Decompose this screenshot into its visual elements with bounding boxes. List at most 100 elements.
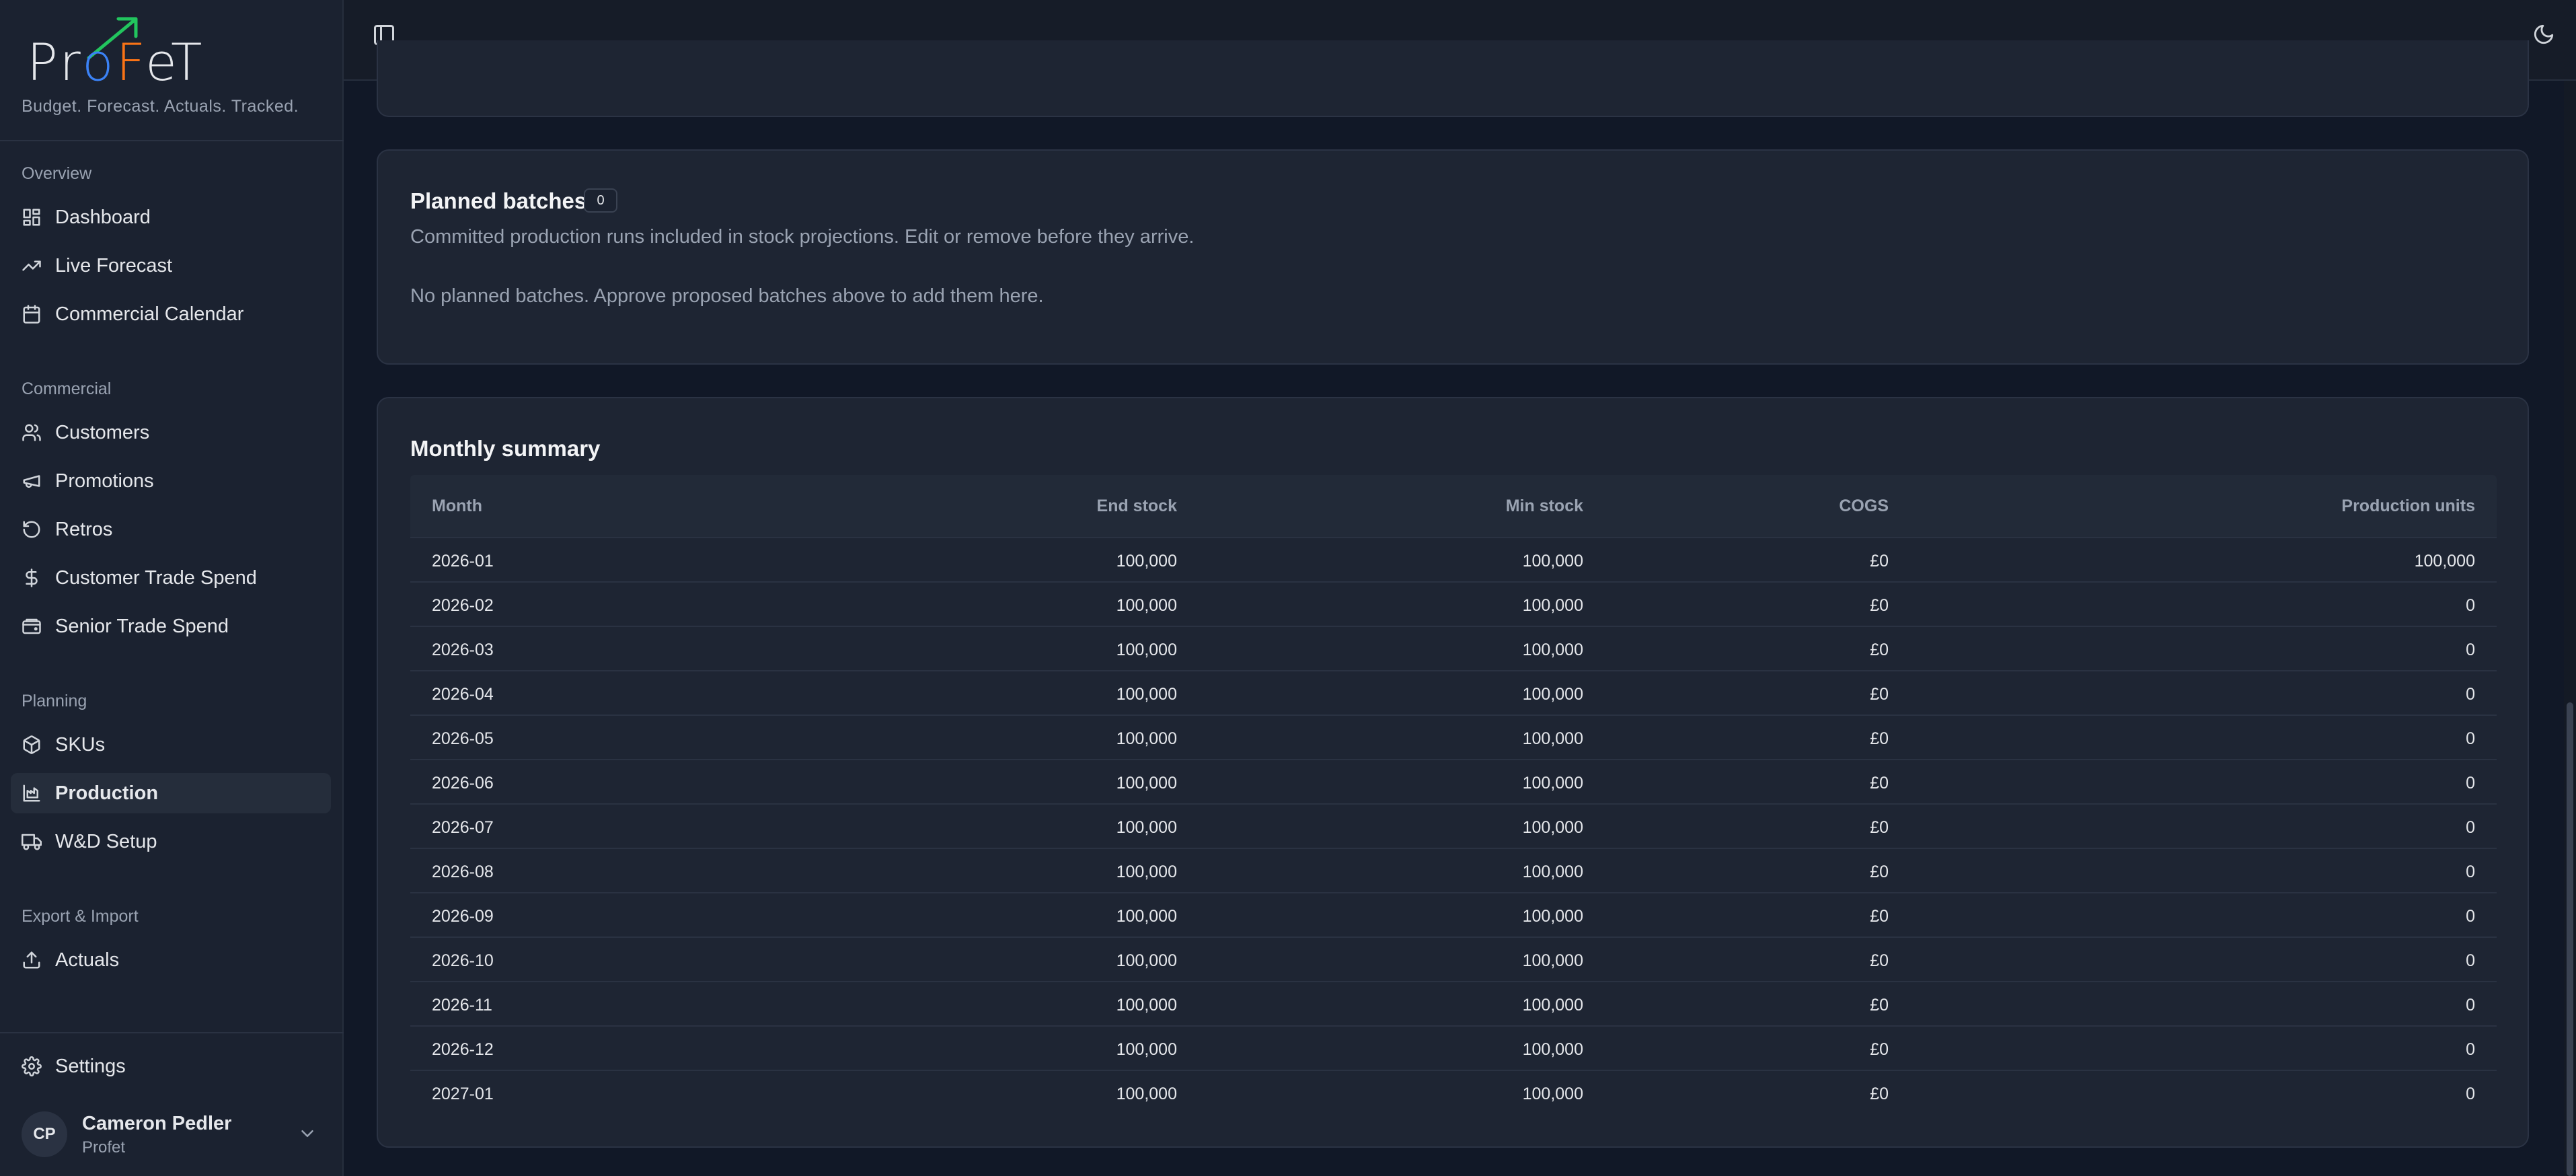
cell-cogs: £0 [1870, 951, 1889, 970]
user-menu[interactable]: CP Cameron Pedler Profet [22, 1109, 324, 1163]
column-header-cogs[interactable]: COGS [1839, 497, 1889, 516]
megaphone-icon [23, 475, 40, 488]
sidebar-item-label: SKUs [55, 733, 106, 756]
cell-production-units: 0 [2466, 862, 2475, 881]
user-name: Cameron Pedler [82, 1113, 232, 1134]
profet-logo[interactable]: ProFeT [27, 13, 229, 92]
sidebar-item-label: Production [55, 782, 159, 804]
sidebar-item-retros[interactable]: Retros [11, 509, 331, 550]
calendar-icon [23, 305, 40, 324]
card-title: Planned batches [410, 188, 587, 213]
cell-month: 2027-01 [432, 1085, 494, 1103]
cell-production-units: 0 [2466, 1040, 2475, 1059]
cell-min-stock: 100,000 [1522, 996, 1583, 1015]
cell-end-stock: 100,000 [1116, 552, 1177, 571]
cell-end-stock: 100,000 [1116, 1040, 1177, 1059]
cell-min-stock: 100,000 [1522, 596, 1583, 615]
cell-end-stock: 100,000 [1116, 596, 1177, 615]
sidebar-item-wd-setup[interactable]: W&D Setup [11, 821, 331, 862]
cell-min-stock: 100,000 [1522, 818, 1583, 837]
scrollbar-thumb[interactable] [2567, 702, 2573, 1176]
logo-text: ProFeT [27, 32, 205, 92]
cell-cogs: £0 [1870, 596, 1889, 615]
count-badge: 0 [584, 188, 617, 213]
cell-month: 2026-01 [432, 552, 494, 571]
cell-production-units: 0 [2466, 640, 2475, 659]
cell-cogs: £0 [1870, 552, 1889, 571]
moon-icon[interactable] [2532, 23, 2555, 46]
cell-production-units: 0 [2466, 1085, 2475, 1103]
cell-month: 2026-03 [432, 640, 494, 659]
cell-cogs: £0 [1870, 1085, 1889, 1103]
gear-icon [22, 1056, 42, 1076]
cell-month: 2026-10 [432, 951, 494, 970]
upload-icon [23, 951, 40, 969]
sidebar-item-skus[interactable]: SKUs [11, 725, 331, 765]
cell-month: 2026-08 [432, 862, 494, 881]
sidebar-item-settings[interactable]: Settings [11, 1046, 331, 1087]
table-header: Month End stock Min stock COGS Productio… [410, 475, 2497, 538]
cell-month: 2026-06 [432, 774, 494, 793]
cell-end-stock: 100,000 [1116, 862, 1177, 881]
section-label-overview: Overview [22, 164, 92, 183]
sidebar-item-label: Commercial Calendar [55, 303, 244, 325]
cell-min-stock: 100,000 [1522, 685, 1583, 704]
cell-month: 2026-12 [432, 1040, 494, 1059]
table-row: 2026-10 100,000 100,000 £0 0 [410, 938, 2497, 982]
cell-cogs: £0 [1870, 818, 1889, 837]
cell-min-stock: 100,000 [1522, 951, 1583, 970]
column-header-end-stock[interactable]: End stock [1097, 497, 1177, 516]
sidebar-item-label: Promotions [55, 470, 154, 492]
column-header-min-stock[interactable]: Min stock [1506, 497, 1583, 516]
sidebar-item-customers[interactable]: Customers [11, 412, 331, 453]
sidebar-item-label: Retros [55, 518, 113, 540]
cell-end-stock: 100,000 [1116, 818, 1177, 837]
sidebar-item-promotions[interactable]: Promotions [11, 461, 331, 501]
sidebar-item-label: Live Forecast [55, 254, 173, 277]
cell-end-stock: 100,000 [1116, 996, 1177, 1015]
sidebar-item-production[interactable]: Production [11, 773, 331, 813]
cell-production-units: 0 [2466, 907, 2475, 926]
cell-month: 2026-11 [432, 996, 492, 1015]
cell-min-stock: 100,000 [1522, 552, 1583, 571]
divider [0, 140, 344, 141]
table-row: 2026-07 100,000 100,000 £0 0 [410, 805, 2497, 849]
cell-production-units: 0 [2466, 818, 2475, 837]
factory-icon [23, 784, 40, 802]
wallet-icon [22, 618, 41, 634]
sidebar-item-dashboard[interactable]: Dashboard [11, 197, 331, 237]
table-row: 2026-02 100,000 100,000 £0 0 [410, 583, 2497, 627]
cell-cogs: £0 [1870, 729, 1889, 748]
cell-month: 2026-02 [432, 596, 494, 615]
cell-month: 2026-07 [432, 818, 494, 837]
cell-production-units: 0 [2466, 729, 2475, 748]
sidebar: ProFeT Budget. Forecast. Actuals. Tracke… [0, 0, 344, 1176]
sidebar-item-live-forecast[interactable]: Live Forecast [11, 246, 331, 286]
sidebar-item-label: Customer Trade Spend [55, 566, 257, 589]
avatar: CP [22, 1111, 67, 1157]
sidebar-item-customer-trade-spend[interactable]: Customer Trade Spend [11, 558, 331, 598]
cell-end-stock: 100,000 [1116, 729, 1177, 748]
sidebar-item-commercial-calendar[interactable]: Commercial Calendar [11, 294, 331, 334]
sidebar-item-actuals[interactable]: Actuals [11, 940, 331, 980]
dashboard-icon [23, 209, 40, 226]
cell-production-units: 100,000 [2414, 552, 2475, 571]
table-row: 2026-09 100,000 100,000 £0 0 [410, 893, 2497, 938]
cell-production-units: 0 [2466, 951, 2475, 970]
sidebar-item-label: Settings [55, 1055, 126, 1077]
tagline: Budget. Forecast. Actuals. Tracked. [22, 97, 299, 116]
section-label-planning: Planning [22, 692, 87, 710]
column-header-production-units[interactable]: Production units [2341, 497, 2475, 516]
cell-cogs: £0 [1870, 640, 1889, 659]
table-row: 2026-03 100,000 100,000 £0 0 [410, 627, 2497, 671]
dollar-icon [26, 568, 38, 587]
cell-cogs: £0 [1870, 907, 1889, 926]
empty-state-text: No planned batches. Approve proposed bat… [410, 285, 1044, 307]
table-row: 2026-04 100,000 100,000 £0 0 [410, 671, 2497, 716]
column-header-month[interactable]: Month [432, 497, 482, 516]
cell-end-stock: 100,000 [1116, 951, 1177, 970]
table-row: 2026-06 100,000 100,000 £0 0 [410, 760, 2497, 805]
cell-month: 2026-05 [432, 729, 494, 748]
sidebar-item-senior-trade-spend[interactable]: Senior Trade Spend [11, 606, 331, 647]
cell-end-stock: 100,000 [1116, 685, 1177, 704]
